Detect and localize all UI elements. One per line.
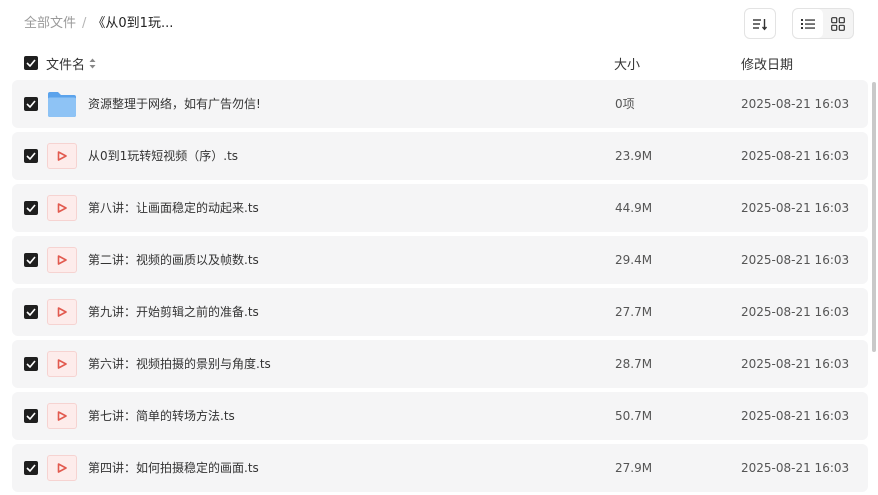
video-file-icon: [47, 403, 77, 429]
list-view-button[interactable]: [793, 9, 823, 38]
check-icon: [26, 152, 36, 160]
breadcrumb-current: 《从0到1玩...: [92, 16, 174, 31]
file-name[interactable]: 第二讲：视频的画质以及帧数.ts: [88, 251, 259, 269]
check-icon: [26, 412, 36, 420]
column-header-modified[interactable]: 修改日期: [741, 54, 793, 73]
file-name[interactable]: 资源整理于网络，如有广告勿信!: [88, 95, 261, 113]
check-icon: [26, 464, 36, 472]
row-checkbox[interactable]: [24, 305, 38, 319]
vertical-scrollbar[interactable]: [872, 82, 876, 352]
row-checkbox[interactable]: [24, 357, 38, 371]
file-modified-date: 2025-08-21 16:03: [741, 357, 850, 371]
file-row[interactable]: 资源整理于网络，如有广告勿信! 0项 2025-08-21 16:03: [12, 80, 868, 128]
file-modified-date: 2025-08-21 16:03: [741, 305, 850, 319]
file-modified-date: 2025-08-21 16:03: [741, 97, 850, 111]
list-view-icon: [801, 18, 815, 29]
row-checkbox[interactable]: [24, 461, 38, 475]
play-icon: [57, 151, 67, 161]
file-name[interactable]: 第九讲：开始剪辑之前的准备.ts: [88, 303, 259, 321]
file-name[interactable]: 第四讲：如何拍摄稳定的画面.ts: [88, 459, 259, 477]
grid-view-button[interactable]: [823, 9, 853, 38]
check-icon: [26, 59, 36, 67]
file-size: 23.9M: [615, 149, 653, 163]
check-icon: [26, 100, 36, 108]
row-checkbox[interactable]: [24, 149, 38, 163]
grid-view-icon: [831, 16, 845, 31]
play-icon: [57, 255, 67, 265]
check-icon: [26, 204, 36, 212]
file-row[interactable]: 第九讲：开始剪辑之前的准备.ts 27.7M 2025-08-21 16:03: [12, 288, 868, 336]
select-all-checkbox[interactable]: [24, 56, 38, 70]
video-file-icon: [47, 455, 77, 481]
video-file-icon: [47, 247, 77, 273]
breadcrumb-separator: /: [82, 16, 87, 31]
sort-toggle-icon: [89, 58, 96, 69]
play-icon: [57, 463, 67, 473]
file-name[interactable]: 第七讲：简单的转场方法.ts: [88, 407, 235, 425]
file-name[interactable]: 从0到1玩转短视频（序）.ts: [88, 147, 238, 165]
breadcrumb-root-link[interactable]: 全部文件: [24, 14, 76, 34]
file-size: 27.9M: [615, 461, 653, 475]
check-icon: [26, 256, 36, 264]
file-row[interactable]: 第六讲：视频拍摄的景别与角度.ts 28.7M 2025-08-21 16:03: [12, 340, 868, 388]
file-size: 50.7M: [615, 409, 653, 423]
file-row[interactable]: 第二讲：视频的画质以及帧数.ts 29.4M 2025-08-21 16:03: [12, 236, 868, 284]
file-row[interactable]: 第八讲：让画面稳定的动起来.ts 44.9M 2025-08-21 16:03: [12, 184, 868, 232]
row-checkbox[interactable]: [24, 201, 38, 215]
play-icon: [57, 307, 67, 317]
file-list-header: 文件名 大小 修改日期: [0, 52, 878, 76]
file-modified-date: 2025-08-21 16:03: [741, 461, 850, 475]
breadcrumb: 全部文件 / 《从0到1玩...: [24, 14, 173, 34]
row-checkbox[interactable]: [24, 97, 38, 111]
file-modified-date: 2025-08-21 16:03: [741, 149, 850, 163]
sort-button[interactable]: [744, 8, 776, 39]
view-switch: [792, 8, 854, 39]
file-size: 44.9M: [615, 201, 653, 215]
file-modified-date: 2025-08-21 16:03: [741, 409, 850, 423]
column-name-label: 文件名: [46, 58, 86, 73]
file-name[interactable]: 第八讲：让画面稳定的动起来.ts: [88, 199, 259, 217]
file-row[interactable]: 从0到1玩转短视频（序）.ts 23.9M 2025-08-21 16:03: [12, 132, 868, 180]
file-size: 29.4M: [615, 253, 653, 267]
file-name[interactable]: 第六讲：视频拍摄的景别与角度.ts: [88, 355, 271, 373]
video-file-icon: [47, 143, 77, 169]
play-icon: [57, 359, 67, 369]
folder-icon: [48, 92, 76, 117]
video-file-icon: [47, 351, 77, 377]
check-icon: [26, 360, 36, 368]
file-size: 28.7M: [615, 357, 653, 371]
top-bar: 全部文件 / 《从0到1玩...: [0, 0, 878, 48]
video-file-icon: [47, 195, 77, 221]
check-icon: [26, 308, 36, 316]
row-checkbox[interactable]: [24, 409, 38, 423]
file-modified-date: 2025-08-21 16:03: [741, 201, 850, 215]
file-size: 0项: [615, 97, 635, 111]
file-row[interactable]: 第四讲：如何拍摄稳定的画面.ts 27.9M 2025-08-21 16:03: [12, 444, 868, 492]
column-header-name[interactable]: 文件名: [46, 54, 96, 73]
file-size: 27.7M: [615, 305, 653, 319]
sort-icon: [753, 18, 768, 30]
row-checkbox[interactable]: [24, 253, 38, 267]
column-header-size[interactable]: 大小: [614, 54, 640, 73]
play-icon: [57, 203, 67, 213]
video-file-icon: [47, 299, 77, 325]
file-row[interactable]: 第七讲：简单的转场方法.ts 50.7M 2025-08-21 16:03: [12, 392, 868, 440]
play-icon: [57, 411, 67, 421]
file-modified-date: 2025-08-21 16:03: [741, 253, 850, 267]
